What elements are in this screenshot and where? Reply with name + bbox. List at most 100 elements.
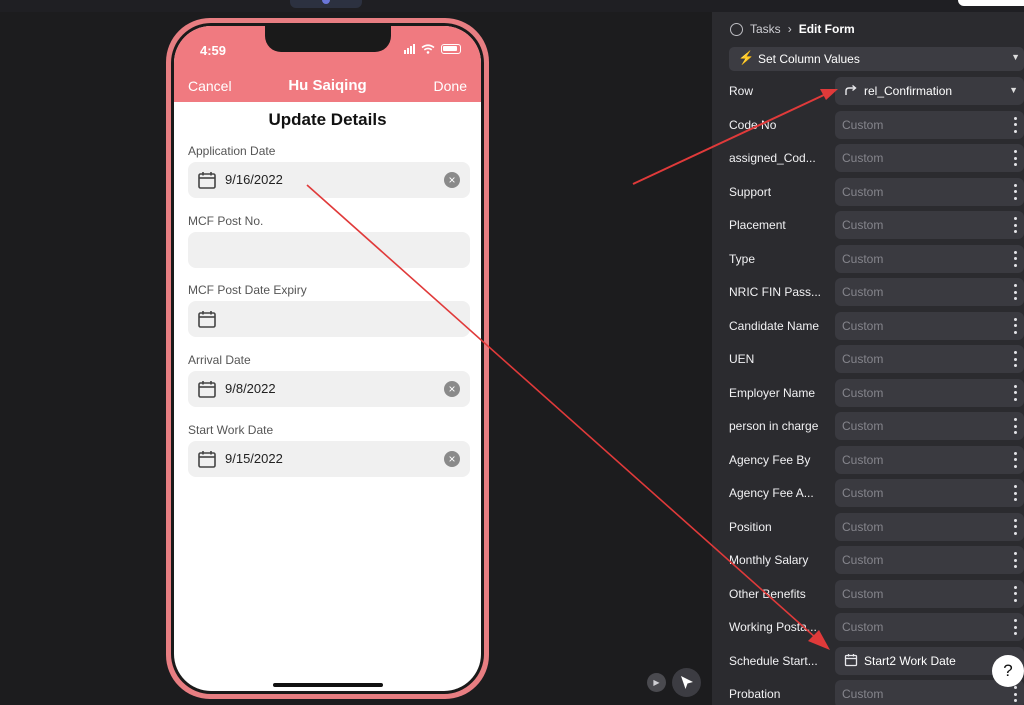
value-selector-candidate-name[interactable]: Custom — [835, 311, 1024, 340]
field-mapping-label: Agency Fee A... — [729, 486, 814, 500]
field-mapping-label: Row — [729, 84, 754, 98]
field-mapping-row: UEN Custom — [712, 345, 1024, 373]
value-selector-placement[interactable]: Custom — [835, 211, 1024, 239]
breadcrumb: Tasks › Edit Form — [730, 22, 855, 36]
breadcrumb-tasks[interactable]: Tasks — [750, 22, 781, 36]
phone-notch — [265, 26, 391, 52]
more-options-icon[interactable] — [1014, 619, 1018, 635]
field-label-application-date: Application Date — [188, 144, 276, 158]
field-mapping-row: assigned_Cod... Custom — [712, 144, 1024, 172]
more-options-icon[interactable] — [1014, 686, 1018, 702]
field-mapping-row: Schedule Start... Start2 Work Date — [712, 646, 1024, 675]
value-selector-text: rel_Confirmation — [864, 84, 953, 98]
value-selector-text: Custom — [842, 586, 884, 601]
clear-icon[interactable]: × — [444, 381, 460, 397]
clear-icon[interactable]: × — [444, 172, 460, 188]
value-selector-row[interactable]: rel_Confirmation ▼ — [835, 77, 1024, 105]
value-selector-type[interactable]: Custom — [835, 244, 1024, 273]
calendar-icon — [198, 451, 216, 468]
value-selector-other-benefits[interactable]: Custom — [835, 579, 1024, 608]
arrival-date-input[interactable]: 9/8/2022 × — [188, 371, 470, 407]
chevron-down-icon: ▼ — [1011, 52, 1020, 62]
field-mapping-row: Working Posta... Custom — [712, 613, 1024, 641]
arrival-date-value: 9/8/2022 — [225, 381, 276, 396]
done-button[interactable]: Done — [434, 78, 467, 94]
more-options-icon[interactable] — [1014, 451, 1018, 468]
value-selector-probation[interactable]: Custom — [835, 680, 1024, 705]
value-selector-text: Custom — [842, 352, 884, 366]
phone-bezel: 4:59 Cancel Hu Saiqing Done Update Detai… — [171, 23, 484, 694]
application-date-input[interactable]: 9/16/2022 × — [188, 162, 470, 198]
field-mapping-label: Employer Name — [729, 385, 816, 400]
field-mapping-row: Candidate Name Custom — [712, 311, 1024, 340]
field-mapping-row: NRIC FIN Pass... Custom — [712, 278, 1024, 306]
value-selector-text: Custom — [842, 151, 884, 165]
chevron-down-icon: ▼ — [1009, 85, 1018, 95]
phone-screen: 4:59 Cancel Hu Saiqing Done Update Detai… — [174, 26, 481, 691]
more-options-icon[interactable] — [1014, 250, 1018, 267]
value-selector-agency-fee-by[interactable]: Custom — [835, 445, 1024, 474]
value-selector-employer-name[interactable]: Custom — [835, 378, 1024, 407]
status-icons — [404, 44, 461, 54]
value-selector-person-in-charge[interactable]: Custom — [835, 412, 1024, 440]
value-selector-uen[interactable]: Custom — [835, 345, 1024, 373]
value-selector-text: Custom — [842, 452, 884, 467]
more-options-icon[interactable] — [1014, 150, 1018, 166]
field-mapping-row: Position Custom — [712, 512, 1024, 541]
more-options-icon[interactable] — [1014, 351, 1018, 367]
value-selector-text: Custom — [842, 620, 884, 634]
value-selector-code-no[interactable]: Custom — [835, 110, 1024, 139]
clear-icon[interactable]: × — [444, 451, 460, 467]
share-arrow-icon — [844, 83, 858, 102]
start-work-date-value: 9/15/2022 — [225, 451, 283, 466]
value-selector-assigned-cod[interactable]: Custom — [835, 144, 1024, 172]
phone-preview: 4:59 Cancel Hu Saiqing Done Update Detai… — [166, 18, 489, 699]
field-label-arrival-date: Arrival Date — [188, 353, 251, 367]
field-mapping-row: Agency Fee A... Custom — [712, 479, 1024, 507]
status-time: 4:59 — [200, 43, 227, 58]
field-mapping-label: Agency Fee By — [729, 452, 811, 467]
more-options-icon[interactable] — [1014, 183, 1018, 200]
value-selector-monthly-salary[interactable]: Custom — [835, 546, 1024, 574]
edit-form-panel: Tasks › Edit Form ⚡ Set Column Values ▼ … — [712, 12, 1024, 705]
more-options-icon[interactable] — [1014, 116, 1018, 133]
field-mapping-label: NRIC FIN Pass... — [729, 285, 822, 299]
value-selector-text: Custom — [842, 251, 884, 266]
more-options-icon[interactable] — [1014, 518, 1018, 535]
pointer-tool-button[interactable] — [672, 668, 701, 697]
help-button[interactable]: ? — [992, 655, 1024, 687]
value-selector-nric-fin-pass[interactable]: Custom — [835, 278, 1024, 306]
value-selector-position[interactable]: Custom — [835, 512, 1024, 541]
mcf-post-date-expiry-input[interactable] — [188, 301, 470, 337]
top-right-button[interactable] — [958, 0, 1024, 6]
more-options-icon[interactable] — [1014, 552, 1018, 568]
battery-icon — [441, 44, 461, 54]
breadcrumb-current: Edit Form — [798, 22, 855, 36]
value-selector-text: Start2 Work Date — [864, 653, 956, 668]
field-mapping-row: Monthly Salary Custom — [712, 546, 1024, 574]
phone-header: 4:59 Cancel Hu Saiqing Done — [174, 26, 481, 102]
more-options-icon[interactable] — [1014, 384, 1018, 401]
value-selector-working-posta[interactable]: Custom — [835, 613, 1024, 641]
more-options-icon[interactable] — [1014, 217, 1018, 233]
home-indicator — [273, 683, 383, 687]
value-selector-support[interactable]: Custom — [835, 177, 1024, 206]
start-work-date-input[interactable]: 9/15/2022 × — [188, 441, 470, 477]
more-options-icon[interactable] — [1014, 585, 1018, 602]
field-label-mcf-post-date-expiry: MCF Post Date Expiry — [188, 283, 307, 297]
value-selector-text: Custom — [842, 285, 884, 299]
field-mapping-row: Placement Custom — [712, 211, 1024, 239]
action-selector[interactable]: ⚡ Set Column Values ▼ — [729, 47, 1024, 71]
more-options-icon[interactable] — [1014, 418, 1018, 434]
calendar-icon — [844, 653, 858, 672]
value-selector-agency-fee-a[interactable]: Custom — [835, 479, 1024, 507]
field-mapping-row: Other Benefits Custom — [712, 579, 1024, 608]
form-title: Update Details — [268, 110, 387, 129]
more-options-icon[interactable] — [1014, 284, 1018, 300]
play-icon[interactable]: ▶ — [647, 673, 666, 692]
signal-icon — [404, 44, 415, 54]
more-options-icon[interactable] — [1014, 485, 1018, 501]
more-options-icon[interactable] — [1014, 317, 1018, 334]
mcf-post-no-input[interactable] — [188, 232, 470, 268]
value-selector-text: Custom — [842, 385, 884, 400]
